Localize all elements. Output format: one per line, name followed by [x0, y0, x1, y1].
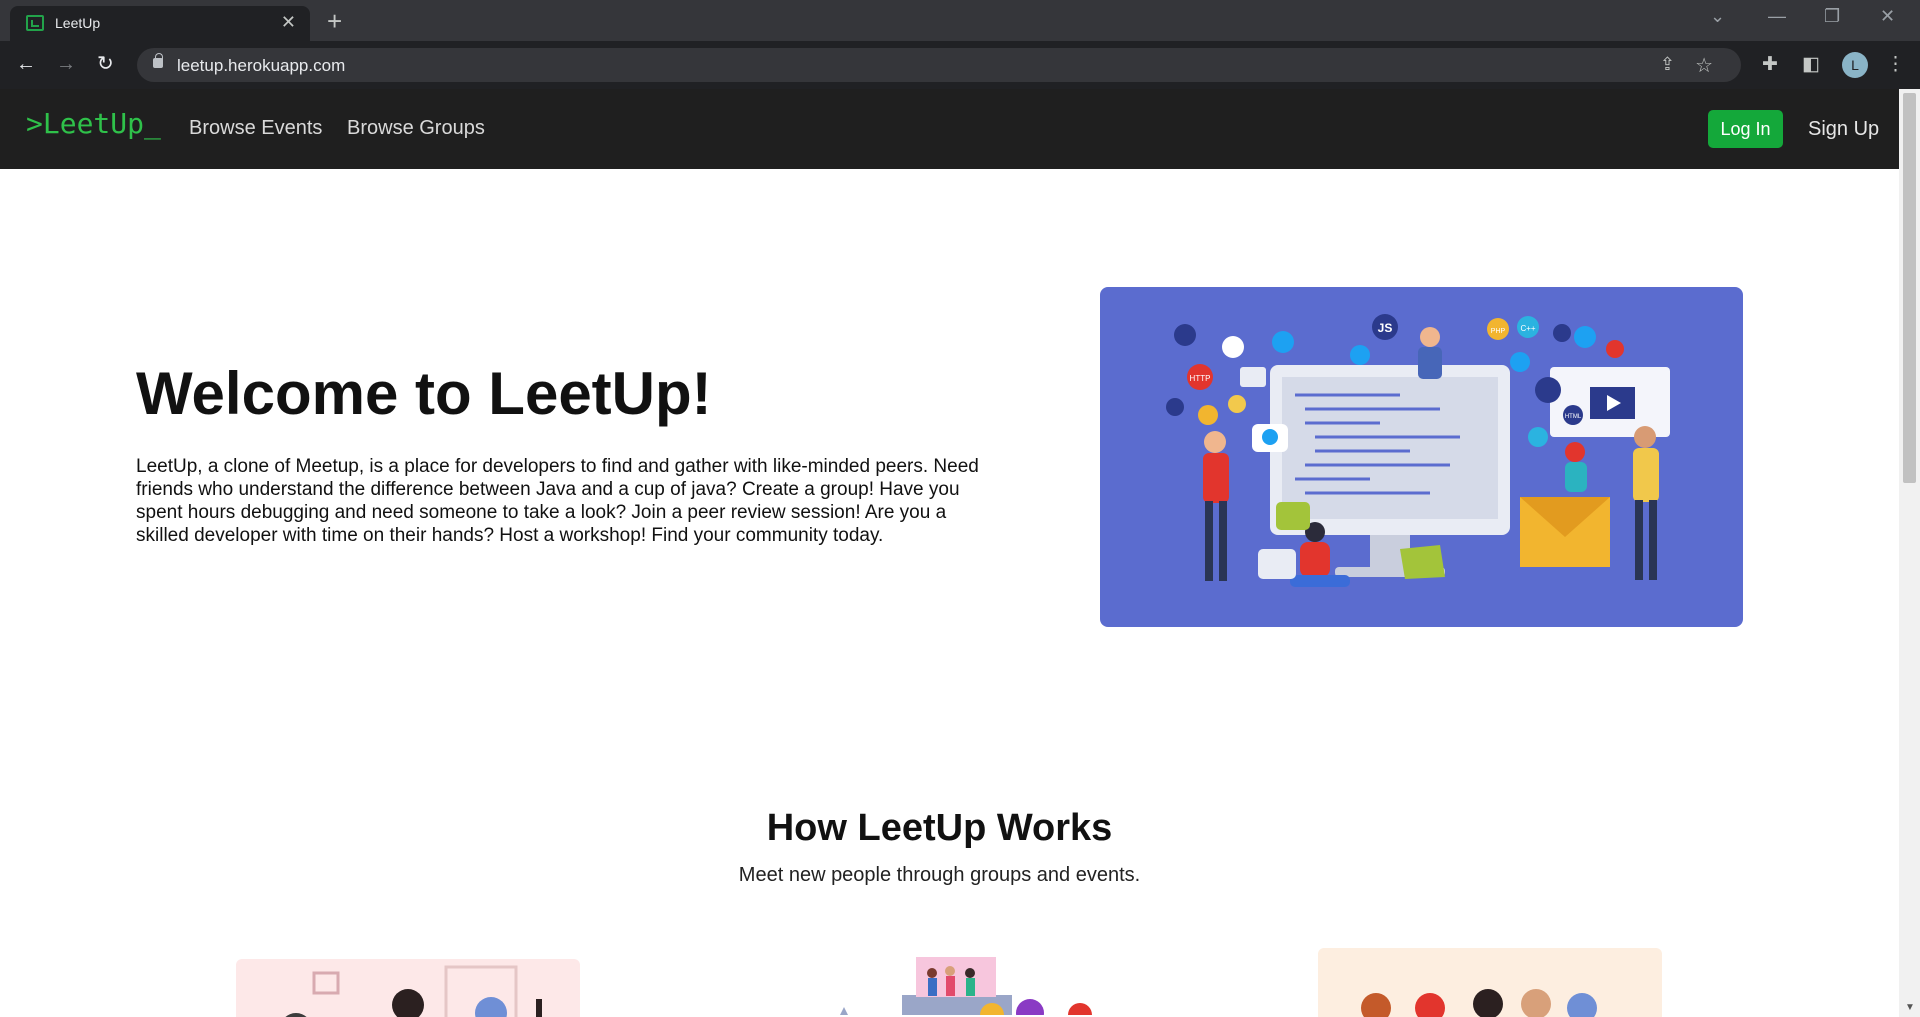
share-icon[interactable]: ⇪ [1660, 54, 1675, 75]
html-badge: HTML [1565, 414, 1582, 420]
start-group-card-image [1318, 948, 1662, 1017]
tab-search-icon[interactable]: ⌄ [1710, 6, 1725, 27]
forward-icon[interactable]: → [56, 53, 76, 75]
scrollbar-thumb[interactable] [1903, 93, 1916, 483]
leetup-logo[interactable]: >LeetUp_ [26, 107, 161, 140]
browse-events-link[interactable]: Browse Events [189, 117, 322, 140]
page-scrollbar[interactable]: ▼ [1899, 89, 1920, 1017]
scroll-down-arrow-icon[interactable]: ▼ [1905, 1002, 1915, 1013]
tab-title: LeetUp [55, 15, 101, 31]
lock-icon[interactable] [153, 53, 163, 68]
window-close-icon[interactable]: ✕ [1880, 6, 1895, 27]
profile-avatar[interactable]: L [1842, 52, 1868, 78]
page-viewport: >LeetUp_ Browse Events Browse Groups Log… [0, 89, 1899, 1017]
hero-title: Welcome to LeetUp! [136, 360, 712, 427]
url-text[interactable]: leetup.herokuapp.com [177, 56, 345, 76]
cpp-badge: C++ [1520, 324, 1535, 333]
js-badge: JS [1378, 321, 1393, 335]
signup-link[interactable]: Sign Up [1808, 118, 1879, 141]
how-it-works-title: How LeetUp Works [766, 807, 1113, 849]
php-badge: PHP [1491, 328, 1506, 335]
restore-icon[interactable]: ❐ [1824, 6, 1840, 27]
site-navbar: >LeetUp_ Browse Events Browse Groups Log… [0, 89, 1899, 169]
developers-illustration: JS PHP C++ HTTP HTML [1100, 287, 1743, 627]
side-panel-icon[interactable]: ◧ [1802, 53, 1820, 76]
browser-tab-strip: LeetUp ✕ + ⌄ — ❐ ✕ [0, 0, 1920, 41]
menu-kebab-icon[interactable]: ⋮ [1886, 53, 1905, 76]
new-tab-icon[interactable]: + [327, 6, 342, 37]
login-button[interactable]: Log In [1708, 110, 1783, 148]
browser-toolbar: ← → ↻ leetup.herokuapp.com ⇪ ☆ ✚ ◧ L ⋮ [0, 41, 1920, 89]
browse-groups-link[interactable]: Browse Groups [347, 117, 485, 140]
back-icon[interactable]: ← [16, 53, 36, 75]
address-bar[interactable]: leetup.herokuapp.com ⇪ ☆ [137, 48, 1741, 82]
close-tab-icon[interactable]: ✕ [281, 12, 296, 33]
laptop-favicon-icon [26, 15, 44, 31]
minimize-icon[interactable]: — [1768, 6, 1786, 27]
browser-tab[interactable]: LeetUp ✕ [10, 6, 310, 41]
bookmark-star-icon[interactable]: ☆ [1695, 53, 1713, 78]
hero-description: LeetUp, a clone of Meetup, is a place fo… [136, 456, 979, 546]
find-event-card-image [830, 955, 1110, 1015]
join-group-card-image [236, 959, 580, 1017]
http-badge: HTTP [1190, 374, 1211, 383]
how-it-works-subtitle: Meet new people through groups and event… [738, 864, 1141, 886]
reload-icon[interactable]: ↻ [97, 53, 114, 75]
extensions-puzzle-icon[interactable]: ✚ [1762, 53, 1778, 76]
